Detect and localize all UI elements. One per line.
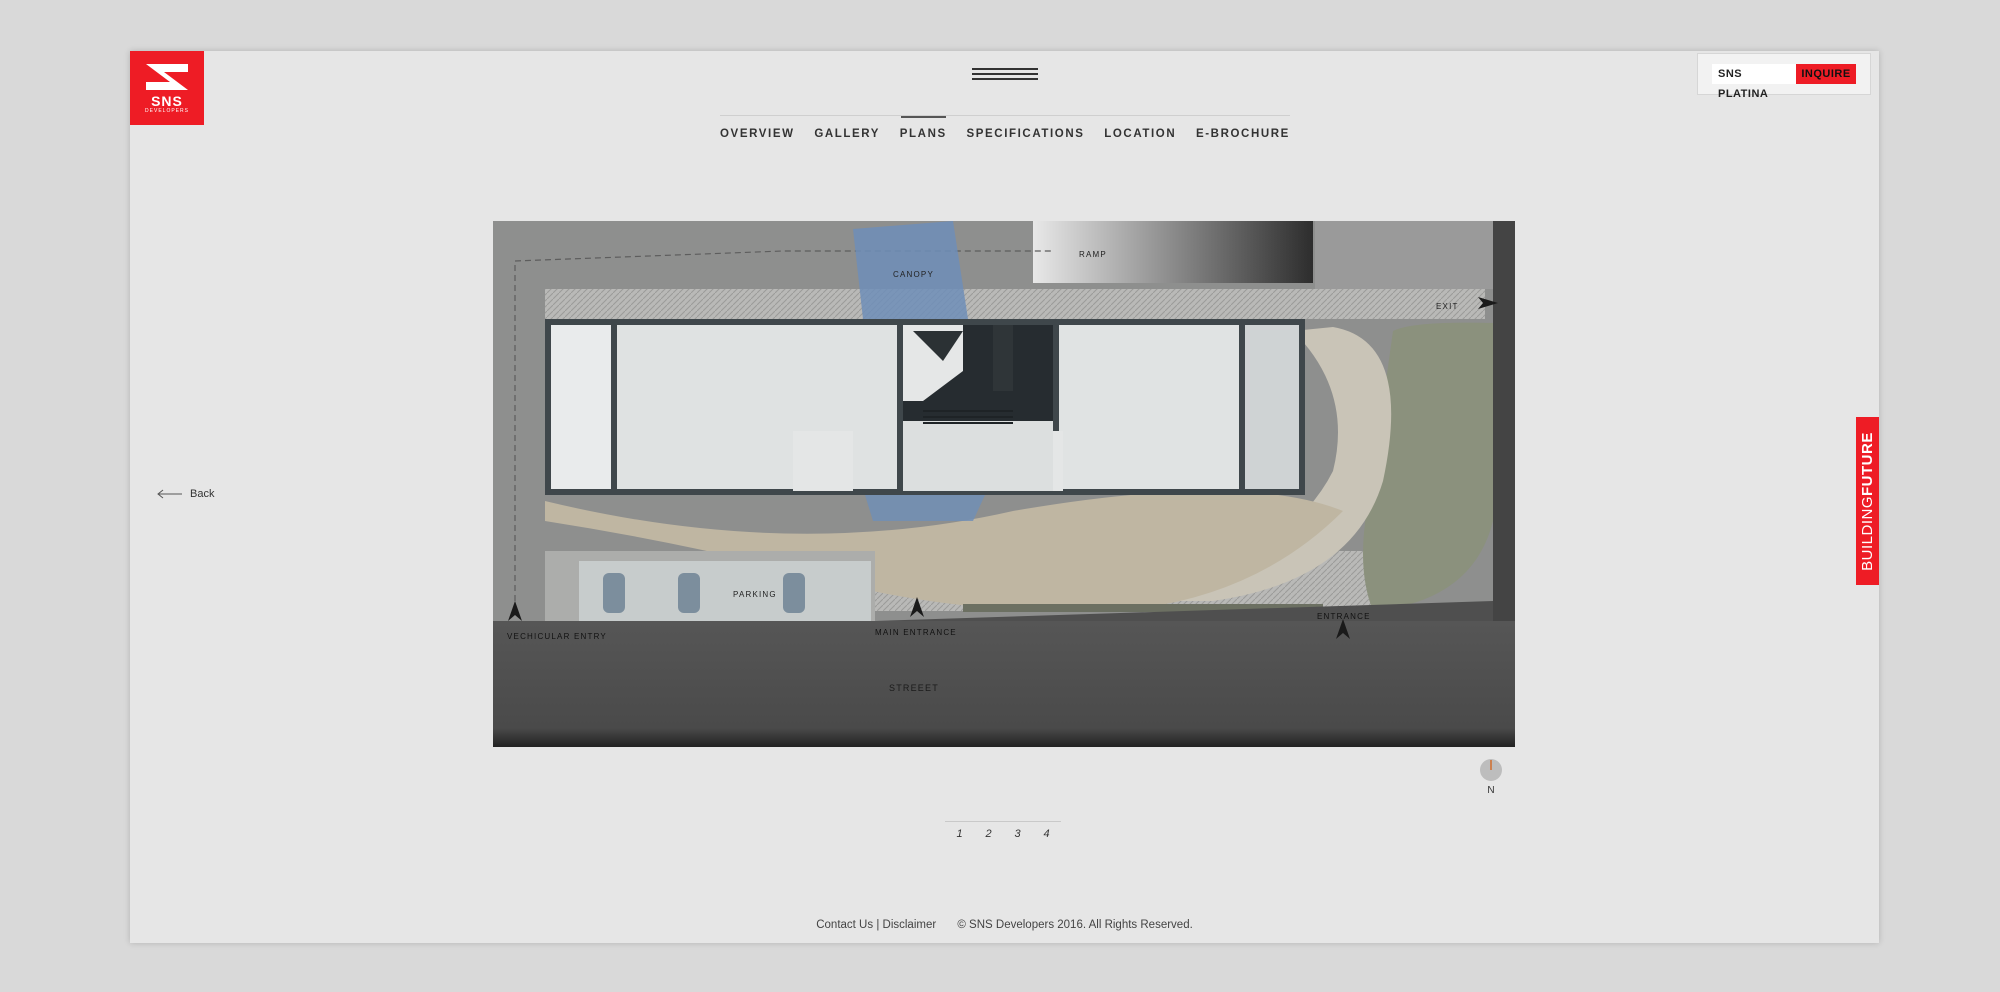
back-link[interactable]: Back [156,488,214,500]
label-ramp: RAMP [1079,250,1107,259]
footer-separator: | [876,919,880,931]
label-parking: PARKING [733,590,777,599]
plan-pager: 1 2 3 4 [945,821,1061,840]
nav-location[interactable]: LOCATION [1104,122,1176,140]
label-canopy: CANOPY [893,270,934,279]
north-compass-icon: N [1480,759,1502,796]
page-1[interactable]: 1 [956,828,962,840]
disclaimer-link[interactable]: Disclaimer [883,919,937,931]
page-3[interactable]: 3 [1014,828,1020,840]
nav-specifications[interactable]: SPECIFICATIONS [966,122,1084,140]
label-street: STREEET [889,683,939,693]
side-tag-bold: FUTURE [1859,431,1876,496]
label-main-entrance: MAIN ENTRANCE [875,628,957,637]
inquire-box: SNS PLATINA INQUIRE [1697,53,1871,100]
nav-overview[interactable]: OVERVIEW [720,122,795,140]
copyright: © SNS Developers 2016. All Rights Reserv… [957,919,1193,931]
nav-gallery[interactable]: GALLERY [814,122,880,140]
hamburger-icon[interactable] [972,68,1038,84]
footer: Contact Us | Disclaimer © SNS Developers… [130,919,1879,931]
logo-mark-icon [146,63,188,90]
compass-label: N [1487,785,1494,796]
label-vehicular-entry: VECHICULAR ENTRY [507,632,607,641]
arrow-left-icon [157,489,182,499]
floor-plan-image: CANOPY RAMP EXIT PARKING VECHICULAR ENTR… [493,221,1515,747]
inquire-button[interactable]: INQUIRE [1796,64,1856,84]
building-future-tab[interactable]: BUILDINGFUTURE [1856,417,1879,585]
brand-logo[interactable]: SNS DEVELOPERS [130,51,204,125]
page-2[interactable]: 2 [985,828,991,840]
page-frame: SNS DEVELOPERS OVERVIEW GALLERY PLANS SP… [130,51,1879,943]
nav-plans[interactable]: PLANS [900,116,947,140]
page-4[interactable]: 4 [1043,828,1049,840]
label-exit: EXIT [1436,302,1459,311]
main-nav: OVERVIEW GALLERY PLANS SPECIFICATIONS LO… [720,115,1290,146]
side-tag-light: BUILDING [1859,495,1876,571]
project-name: SNS PLATINA [1712,64,1796,100]
back-label: Back [190,488,215,500]
logo-sub: DEVELOPERS [145,107,189,114]
contact-link[interactable]: Contact Us [816,919,873,931]
label-entrance: ENTRANCE [1317,612,1371,621]
floor-plan-drawing: CANOPY RAMP EXIT PARKING VECHICULAR ENTR… [493,221,1515,747]
logo-word: SNS [151,92,183,109]
nav-e-brochure[interactable]: E-BROCHURE [1196,122,1290,140]
